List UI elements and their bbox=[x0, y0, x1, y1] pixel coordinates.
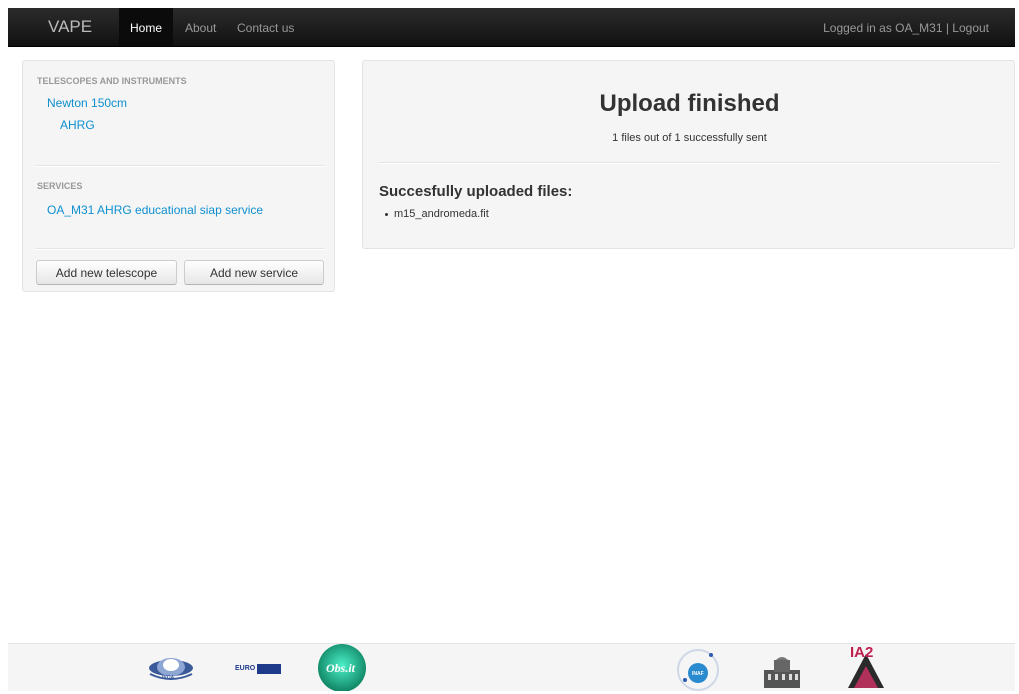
upload-summary: 1 files out of 1 successfully sent bbox=[612, 132, 767, 144]
window-frame-left bbox=[0, 0, 8, 690]
panel-divider bbox=[378, 162, 999, 164]
nav-contact-us[interactable]: Contact us bbox=[226, 8, 305, 46]
inaf-logo[interactable]: INAF bbox=[675, 646, 721, 691]
sidebar-divider bbox=[35, 248, 325, 250]
telescopes-header: TELESCOPES AND INSTRUMENTS bbox=[37, 76, 187, 86]
inaf-logo-label: INAF bbox=[692, 671, 704, 677]
add-service-button[interactable]: Add new service bbox=[184, 260, 324, 285]
ivoa-logo-label: IVOA bbox=[162, 675, 175, 681]
sidebar-divider bbox=[35, 165, 325, 167]
list-item: m15_andromeda.fit bbox=[385, 208, 489, 220]
instrument-link-ahrg[interactable]: AHRG bbox=[60, 118, 95, 132]
telescope-link-newton[interactable]: Newton 150cm bbox=[47, 96, 127, 110]
sidebar-panel: TELESCOPES AND INSTRUMENTS Newton 150cm … bbox=[22, 60, 335, 292]
file-name: m15_andromeda.fit bbox=[394, 208, 489, 220]
services-header: SERVICES bbox=[37, 181, 83, 191]
nav-about[interactable]: About bbox=[174, 8, 227, 46]
top-navbar: VAPE Home About Contact us Logged in as … bbox=[8, 8, 1015, 47]
window-frame-top bbox=[0, 0, 1019, 8]
ia2-logo[interactable]: IA2 bbox=[844, 644, 888, 691]
upload-result-panel: Upload finished 1 files out of 1 success… bbox=[362, 60, 1015, 249]
bullet-icon bbox=[385, 212, 388, 216]
observatory-building-logo[interactable] bbox=[760, 654, 804, 690]
page-title: Upload finished bbox=[599, 90, 780, 117]
nav-home[interactable]: Home bbox=[119, 8, 174, 46]
ivoa-logo[interactable]: IVOA bbox=[146, 654, 196, 684]
add-telescope-button[interactable]: Add new telescope bbox=[36, 260, 177, 285]
user-status-logout[interactable]: Logged in as OA_M31 | Logout bbox=[823, 8, 989, 48]
footer: IVOA EURO VO Obs.it INAF IA2 bbox=[8, 643, 1015, 692]
euro-vo-logo-label: EURO VO bbox=[235, 665, 268, 672]
ia2-logo-label: IA2 bbox=[850, 644, 874, 661]
brand-logo[interactable]: VAPE bbox=[48, 17, 92, 37]
uploaded-files-heading: Succesfully uploaded files: bbox=[379, 183, 573, 200]
service-link[interactable]: OA_M31 AHRG educational siap service bbox=[47, 203, 263, 217]
obs-it-logo[interactable]: Obs.it bbox=[317, 644, 367, 692]
euro-vo-logo[interactable]: EURO VO bbox=[233, 662, 283, 676]
obs-it-logo-label: Obs.it bbox=[326, 661, 356, 675]
